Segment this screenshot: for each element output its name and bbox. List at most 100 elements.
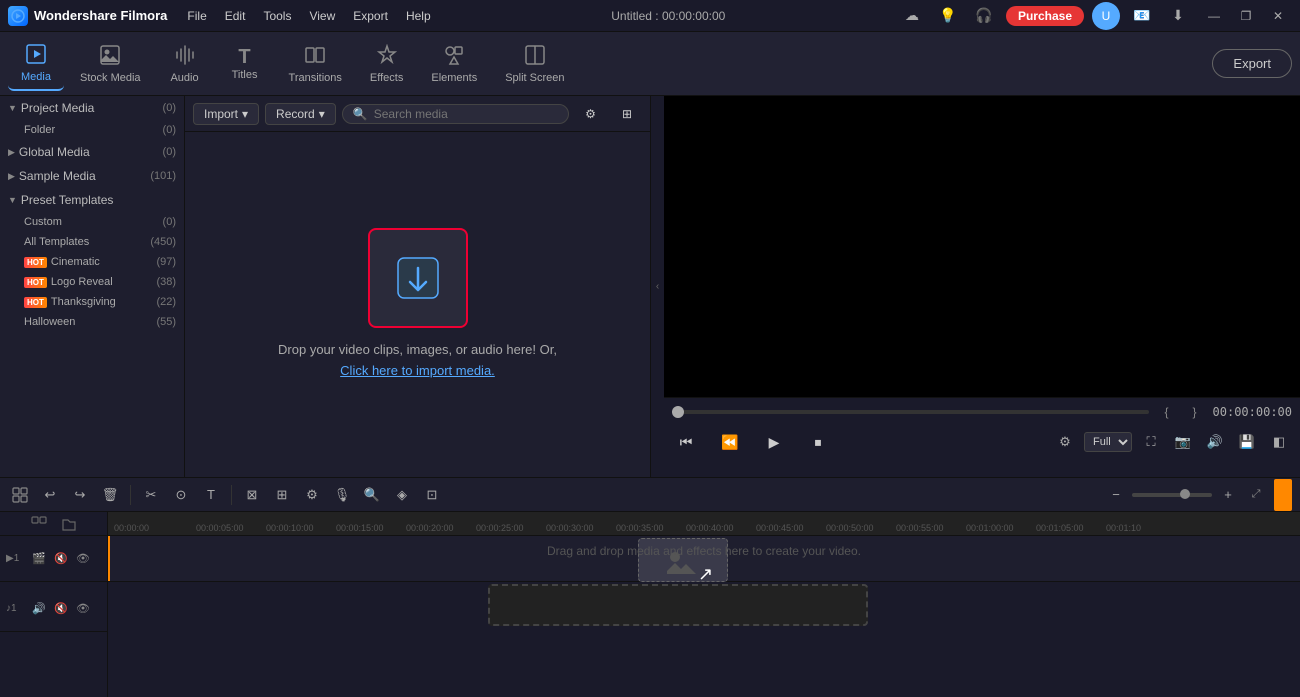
add-track-button[interactable] [8, 483, 32, 507]
menu-help[interactable]: Help [398, 7, 439, 25]
delete-button[interactable]: 🗑 [98, 483, 122, 507]
menu-export[interactable]: Export [345, 7, 396, 25]
redo-button[interactable]: ↪ [68, 483, 92, 507]
project-media-label: Project Media [21, 101, 94, 115]
timeline-ruler: 00:00:00 00:00:05:00 00:00:10:00 00:00:1… [108, 512, 1300, 536]
video-lock-button[interactable]: 👁 [74, 550, 92, 568]
mark-in-button[interactable]: ◧ [1266, 429, 1292, 455]
audio-preview-button[interactable]: 🔊 [1202, 429, 1228, 455]
sidebar-item-thanksgiving[interactable]: HOT Thanksgiving (22) [0, 292, 184, 312]
drop-zone [368, 228, 468, 328]
section-global-media[interactable]: ▶ Global Media (0) [0, 140, 184, 164]
download-icon[interactable]: ⬇ [1164, 2, 1192, 30]
group-button[interactable]: ⊙ [169, 483, 193, 507]
quality-select[interactable]: Full 1/2 1/4 [1084, 432, 1132, 452]
timeline-playhead[interactable] [108, 536, 110, 581]
preview-panel: { } 00:00:00:00 ⏮ ⏪ ▶ ⏹ ⚙ Full 1/2 1/4 [664, 96, 1300, 477]
progress-handle[interactable] [672, 406, 684, 418]
sidebar-item-all-templates[interactable]: All Templates (450) [0, 232, 184, 252]
close-button[interactable]: ✕ [1264, 2, 1292, 30]
ruler-mark-10: 00:00:10:00 [262, 523, 332, 533]
video-track-icon[interactable]: 🎬 [30, 550, 48, 568]
zoom-in-button[interactable]: + [1216, 483, 1240, 507]
composite-button[interactable]: ◈ [390, 483, 414, 507]
export-button[interactable]: Export [1212, 49, 1292, 78]
in-point-button[interactable]: { [1157, 402, 1177, 422]
tool-effects[interactable]: Effects [358, 37, 415, 91]
cinematic-label: Cinematic [51, 256, 100, 268]
cloud-icon[interactable]: ☁ [898, 2, 926, 30]
snapshot-button[interactable]: 📷 [1170, 429, 1196, 455]
notifications-icon[interactable]: 📧 [1128, 2, 1156, 30]
tool-split[interactable]: Split Screen [493, 37, 576, 91]
section-sample-media[interactable]: ▶ Sample Media (101) [0, 164, 184, 188]
tool-transitions[interactable]: Transitions [277, 37, 354, 91]
cut-button[interactable]: ✂ [139, 483, 163, 507]
settings-preview-button[interactable]: ⚙ [1052, 429, 1078, 455]
progress-track[interactable] [672, 410, 1149, 414]
menu-tools[interactable]: Tools [255, 7, 299, 25]
record-button[interactable]: Record ▾ [265, 103, 336, 125]
fit-timeline-button[interactable]: ⤢ [1244, 483, 1268, 507]
search-bar[interactable]: 🔍 [342, 104, 569, 124]
stop-button[interactable]: ⏹ [804, 428, 832, 456]
import-link[interactable]: Click here to import media. [340, 363, 495, 378]
section-preset-templates[interactable]: ▼ Preset Templates [0, 188, 184, 212]
ruler-mark-105: 00:01:05:00 [1032, 523, 1102, 533]
menu-edit[interactable]: Edit [217, 7, 254, 25]
zoom-handle[interactable] [1180, 489, 1190, 499]
zoom-track[interactable] [1132, 493, 1212, 497]
menu-file[interactable]: File [179, 7, 214, 25]
sidebar-item-custom[interactable]: Custom (0) [0, 212, 184, 232]
speed-button[interactable]: ⚙ [300, 483, 324, 507]
all-templates-count: (450) [150, 236, 176, 248]
preset-templates-label: Preset Templates [21, 193, 114, 207]
tool-audio[interactable]: Audio [157, 37, 213, 91]
out-point-button[interactable]: } [1185, 402, 1205, 422]
section-project-media[interactable]: ▼ Project Media (0) [0, 96, 184, 120]
timeline: ↩ ↪ 🗑 ✂ ⊙ T ⊠ ⊞ ⚙ 🎙 🔍 ◈ ⊡ − + ⤢ [0, 477, 1300, 697]
bulb-icon[interactable]: 💡 [934, 2, 962, 30]
save-frame-button[interactable]: 💾 [1234, 429, 1260, 455]
tool-elements[interactable]: Elements [419, 37, 489, 91]
frame-back-button[interactable]: ⏪ [716, 428, 744, 456]
zoom-out-button[interactable]: − [1104, 483, 1128, 507]
user-avatar[interactable]: U [1092, 2, 1120, 30]
audio-lock-button[interactable]: 👁 [74, 600, 92, 618]
video-mute-button[interactable]: 🔇 [52, 550, 70, 568]
audio-volume-button[interactable]: 🔊 [30, 600, 48, 618]
sidebar-item-folder[interactable]: Folder (0) [0, 120, 184, 140]
purchase-button[interactable]: Purchase [1006, 6, 1084, 26]
panel-collapse-arrow[interactable]: ‹ [650, 96, 664, 477]
undo-button[interactable]: ↩ [38, 483, 62, 507]
text-tool-button[interactable]: T [199, 483, 223, 507]
minimize-button[interactable]: — [1200, 2, 1228, 30]
pip-button[interactable]: ⊡ [420, 483, 444, 507]
import-button[interactable]: Import ▾ [193, 103, 259, 125]
trim-button[interactable]: ⊠ [240, 483, 264, 507]
audio-track-button[interactable]: 🎙 [330, 483, 354, 507]
record-label: Record [276, 107, 315, 121]
step-back-button[interactable]: ⏮ [672, 428, 700, 456]
fullscreen-button[interactable]: ⛶ [1138, 429, 1164, 455]
detector-button[interactable]: 🔍 [360, 483, 384, 507]
crop-tool-button[interactable]: ⊞ [270, 483, 294, 507]
tool-media[interactable]: Media [8, 37, 64, 91]
menu-view[interactable]: View [301, 7, 343, 25]
tool-stock[interactable]: Stock Media [68, 37, 153, 91]
audio-mute-button[interactable]: 🔇 [52, 600, 70, 618]
filter-button[interactable]: ⚙ [575, 104, 606, 124]
add-folder-track[interactable] [58, 513, 80, 535]
headset-icon[interactable]: 🎧 [970, 2, 998, 30]
search-input[interactable] [374, 107, 558, 121]
media-icon [25, 43, 47, 69]
custom-count: (0) [163, 216, 176, 228]
grid-view-button[interactable]: ⊞ [612, 104, 642, 124]
sidebar-item-halloween[interactable]: Halloween (55) [0, 312, 184, 332]
maximize-button[interactable]: ❐ [1232, 2, 1260, 30]
play-button[interactable]: ▶ [760, 428, 788, 456]
sidebar-item-cinematic[interactable]: HOT Cinematic (97) [0, 252, 184, 272]
tool-titles[interactable]: T Titles [217, 37, 273, 91]
add-video-track[interactable] [28, 513, 50, 535]
sidebar-item-logo-reveal[interactable]: HOT Logo Reveal (38) [0, 272, 184, 292]
